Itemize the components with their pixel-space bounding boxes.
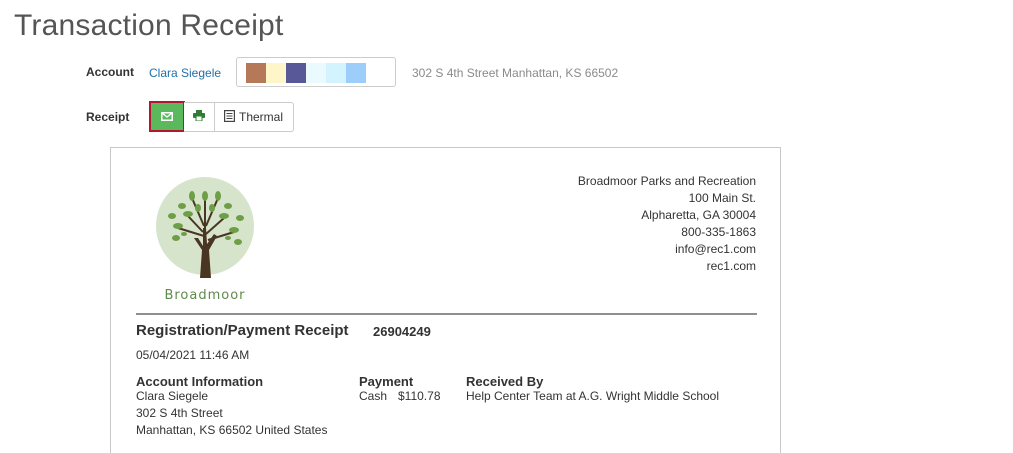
receipt-title: Registration/Payment Receipt [136, 322, 349, 339]
received-by-value: Help Center Team at A.G. Wright Middle S… [466, 389, 720, 403]
account-label: Account [86, 65, 134, 79]
print-receipt-button[interactable] [184, 103, 215, 131]
org-city: Alpharetta, GA 30004 [641, 208, 756, 222]
page-title: Transaction Receipt [14, 9, 284, 42]
color-swatch [266, 63, 286, 83]
account-address: 302 S 4th Street Manhattan, KS 66502 [412, 66, 619, 80]
thermal-button-label: Thermal [239, 110, 284, 124]
thermal-receipt-button[interactable]: Thermal [215, 103, 293, 131]
payment-method: Cash [359, 389, 388, 403]
org-street: 100 Main St. [688, 191, 756, 205]
color-swatch [326, 63, 346, 83]
organization-logo: Broadmoor [154, 176, 258, 304]
account-info-street: 302 S 4th Street [136, 406, 223, 420]
organization-contact: Broadmoor Parks and Recreation 100 Main … [578, 173, 756, 275]
email-receipt-button[interactable] [149, 101, 185, 132]
printer-icon [193, 108, 205, 126]
org-website: rec1.com [706, 259, 756, 273]
account-info-city: Manhattan, KS 66502 United States [136, 423, 328, 437]
logo-text: Broadmoor [164, 288, 245, 303]
color-swatch [246, 63, 266, 83]
account-color-swatches [236, 57, 396, 87]
color-swatch [286, 63, 306, 83]
account-info-name: Clara Siegele [136, 389, 209, 403]
receipt-button-group: Thermal [184, 102, 295, 132]
receipt-divider [136, 313, 757, 315]
document-icon [224, 109, 236, 125]
org-email: info@rec1.com [675, 242, 756, 256]
account-info-heading: Account Information [136, 374, 264, 389]
received-by-heading: Received By [466, 374, 544, 389]
receipt-date: 05/04/2021 11:46 AM [136, 348, 250, 362]
receipt-number: 26904249 [373, 324, 431, 339]
color-swatch [306, 63, 326, 83]
account-name-link[interactable]: Clara Siegele [149, 66, 221, 80]
receipt-preview: Broadmoor Broadmoor Parks and Recreation… [110, 147, 781, 453]
payment-heading: Payment [359, 374, 414, 389]
receipt-label: Receipt [86, 110, 130, 124]
color-swatch [346, 63, 366, 83]
org-name: Broadmoor Parks and Recreation [577, 174, 756, 188]
org-phone: 800-335-1863 [681, 225, 756, 239]
envelope-icon [161, 108, 173, 126]
payment-amount: $110.78 [398, 389, 441, 403]
